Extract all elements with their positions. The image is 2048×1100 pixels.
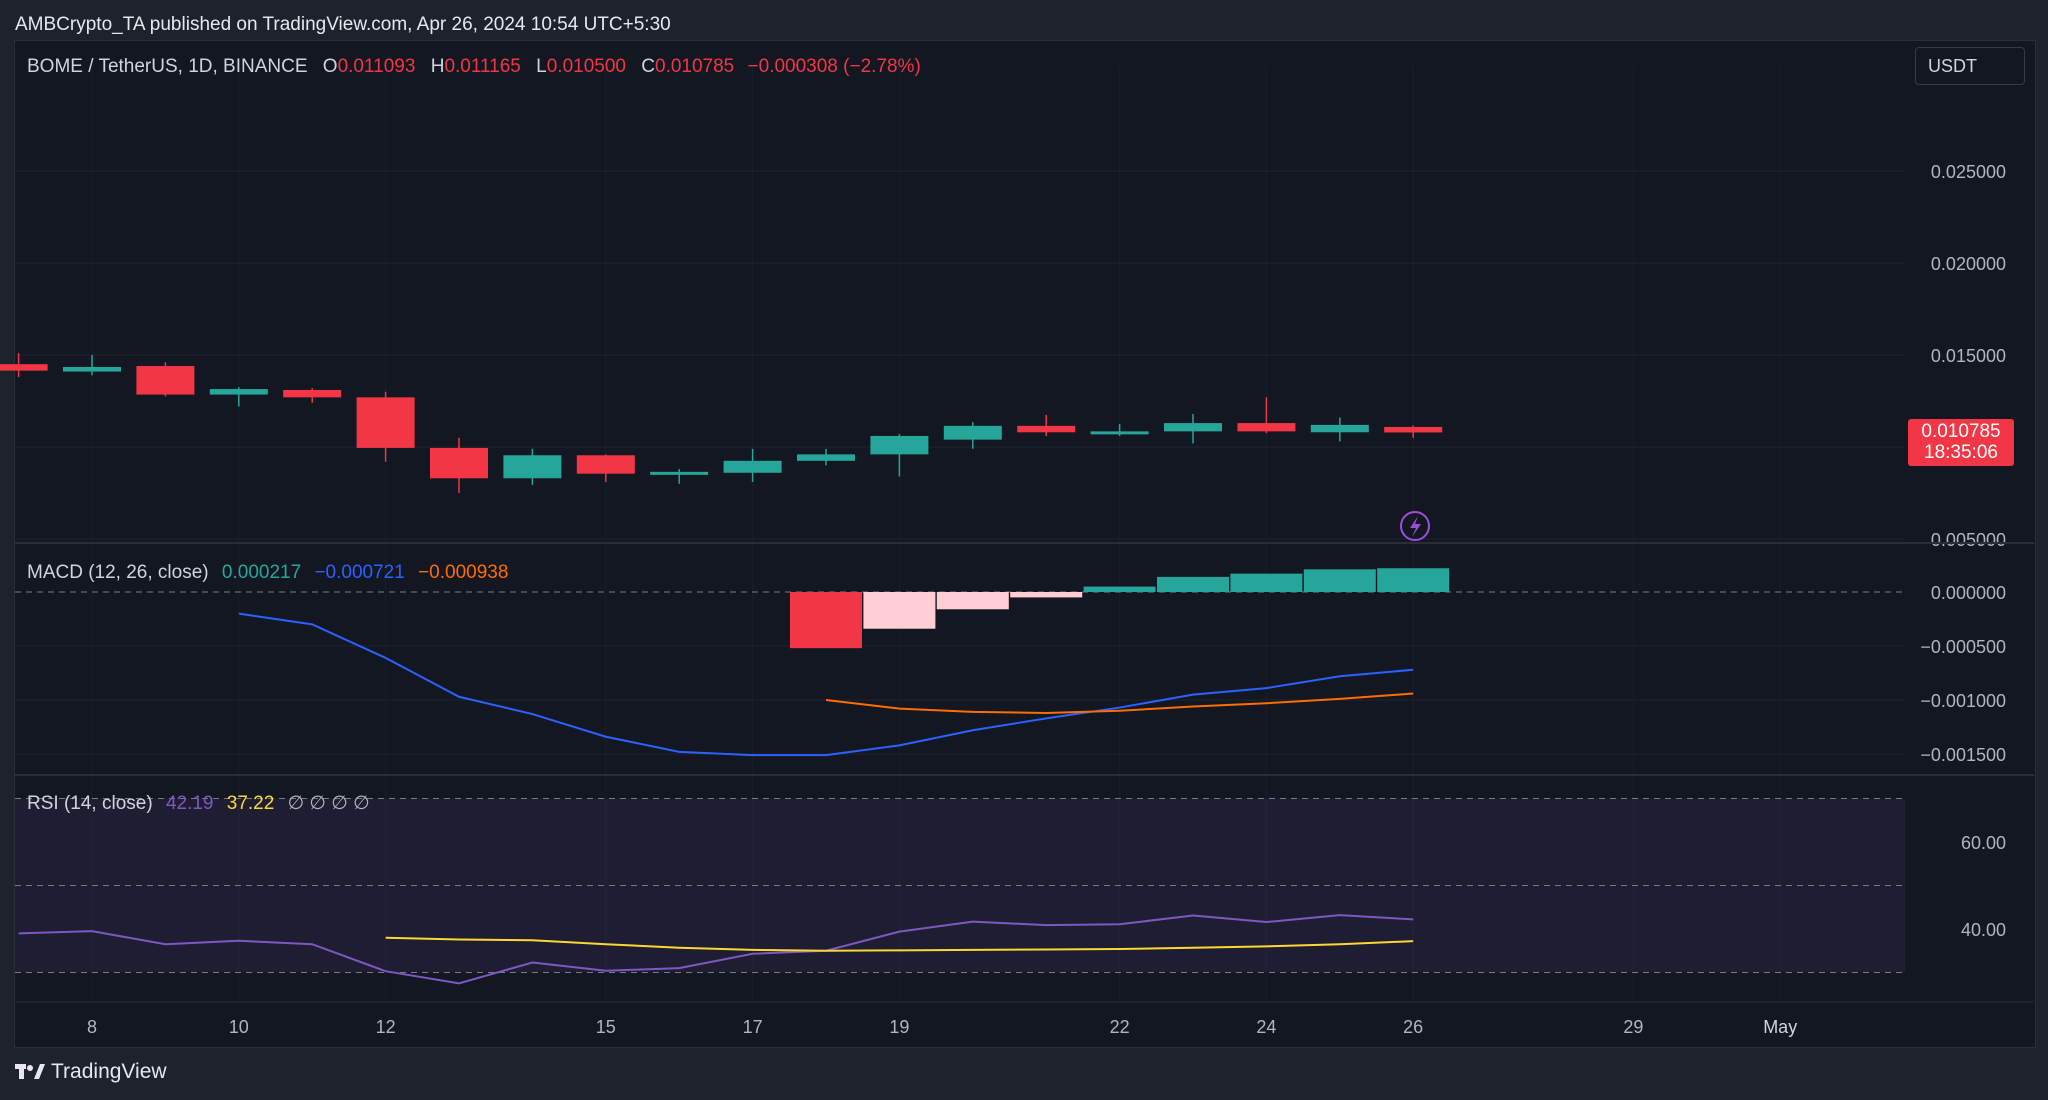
tradingview-logo-icon	[15, 1064, 45, 1079]
symbol-name[interactable]: BOME / TetherUS, 1D, BINANCE	[27, 56, 308, 77]
time-axis-tick: 8	[87, 1017, 97, 1037]
rsi-title[interactable]: RSI (14, close)	[27, 793, 153, 814]
symbol-legend: BOME / TetherUS, 1D, BINANCE O0.011093 H…	[27, 56, 921, 78]
candle-body	[1384, 426, 1443, 433]
macd-histogram-bar	[1157, 576, 1229, 592]
macd-histogram-bar	[1377, 568, 1450, 592]
low-value: 0.010500	[546, 56, 626, 77]
macd-axis-tick: −0.001000	[1920, 691, 2006, 711]
macd-histogram-value: 0.000217	[221, 562, 302, 583]
time-axis-tick: 24	[1256, 1017, 1276, 1037]
candle-body	[63, 366, 121, 372]
rsi-extra-values: ∅ ∅ ∅ ∅	[287, 793, 370, 814]
time-axis-tick: 19	[889, 1017, 909, 1037]
time-axis-tick: 10	[229, 1017, 249, 1037]
close-label: C	[641, 56, 655, 77]
macd-histogram-bar	[1083, 586, 1156, 592]
event-icon-bolt	[1410, 516, 1421, 537]
tradingview-brand[interactable]: TradingView	[15, 1060, 167, 1084]
price-axis-tick: 0.015000	[1931, 346, 2006, 366]
close-value: 0.010785	[655, 56, 735, 77]
candle-body	[1237, 423, 1296, 432]
time-axis-tick: May	[1763, 1017, 1797, 1037]
candle-body	[576, 455, 635, 474]
candle-body	[1090, 431, 1149, 435]
low-label: L	[536, 56, 547, 77]
macd-histogram-bar	[1303, 569, 1376, 592]
candle-body	[430, 447, 488, 479]
candle-body	[650, 471, 709, 475]
candle-body	[136, 366, 195, 395]
high-label: H	[430, 56, 445, 77]
macd-axis-tick: 0.000000	[1931, 583, 2006, 603]
macd-histogram-bar	[790, 592, 862, 649]
price-axis-tick: 0.005000	[1931, 530, 2006, 550]
candle-body	[503, 455, 562, 479]
macd-signal-value: −0.000938	[418, 562, 509, 583]
rsi-value: 42.19	[165, 793, 214, 814]
rsi-ma-value: 37.22	[226, 793, 275, 814]
macd-legend: MACD (12, 26, close) 0.000217 −0.000721 …	[27, 562, 508, 584]
rsi-axis-tick: 60.00	[1961, 833, 2006, 853]
price-axis-tick: 0.020000	[1931, 254, 2006, 274]
macd-axis-tick: −0.000500	[1920, 637, 2006, 657]
macd-histogram-bar	[863, 592, 936, 629]
time-axis-tick: 26	[1403, 1017, 1423, 1037]
candle-body	[356, 397, 415, 448]
candle-body	[943, 425, 1002, 440]
price-axis-tick: 0.025000	[1931, 162, 2006, 182]
brand-name: TradingView	[51, 1060, 167, 1083]
time-axis-tick: 22	[1110, 1017, 1130, 1037]
candle-body	[1017, 425, 1076, 433]
macd-histogram-bar	[1010, 592, 1083, 598]
event-lightning-icon	[1400, 511, 1430, 541]
candle-body	[870, 435, 929, 455]
rsi-legend: RSI (14, close) 42.19 37.22 ∅ ∅ ∅ ∅	[27, 792, 370, 815]
last-price-tag: 0.010785 18:35:06	[1908, 419, 2014, 466]
candle-body	[797, 454, 855, 461]
time-axis-tick: 12	[376, 1017, 396, 1037]
macd-histogram-bar	[936, 592, 1009, 610]
time-axis-tick: 15	[596, 1017, 616, 1037]
candle-body	[283, 389, 342, 398]
candle-body	[0, 364, 48, 371]
last-price: 0.010785	[1921, 421, 2001, 442]
open-value: 0.011093	[337, 56, 416, 77]
rsi-axis-tick: 40.00	[1961, 920, 2006, 940]
macd-axis-tick: −0.001500	[1920, 745, 2006, 765]
candle-body	[1164, 423, 1222, 432]
time-axis-tick: 29	[1623, 1017, 1643, 1037]
macd-histogram-bar	[1230, 573, 1303, 592]
open-label: O	[322, 56, 338, 77]
change-value: −0.000308 (−2.78%)	[747, 56, 921, 77]
macd-title[interactable]: MACD (12, 26, close)	[27, 562, 209, 583]
time-axis-tick: 17	[743, 1017, 763, 1037]
chart-canvas[interactable]: 0.025000 0.020000 0.015000 0.005000 0.000000…	[0, 0, 2048, 1100]
candle-body	[209, 389, 268, 395]
currency-button[interactable]: USDT	[1915, 47, 2025, 85]
candle-body	[723, 460, 782, 473]
high-value: 0.011165	[444, 56, 521, 77]
macd-line-value: −0.000721	[314, 562, 405, 583]
bar-countdown: 18:35:06	[1924, 442, 1998, 463]
candle-body	[1310, 424, 1369, 433]
